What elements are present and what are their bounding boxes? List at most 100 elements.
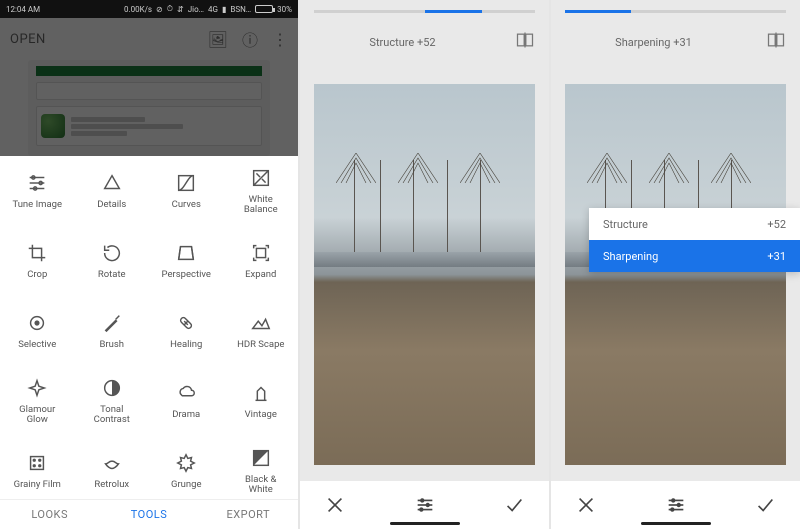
tool-selective[interactable]: Selective	[0, 296, 75, 366]
edit-photo[interactable]	[314, 84, 535, 465]
tool-grainy-film[interactable]: Grainy Film	[0, 436, 75, 499]
apply-button[interactable]	[752, 492, 778, 518]
vintage-icon	[250, 382, 272, 404]
compare-icon[interactable]	[766, 30, 786, 50]
tool-healing[interactable]: Healing	[149, 296, 224, 366]
tool-crop[interactable]: Crop	[0, 226, 75, 296]
tool-label: Details	[97, 200, 126, 210]
tool-label: Healing	[170, 340, 202, 350]
tool-brush[interactable]: Brush	[75, 296, 150, 366]
tool-label: Grainy Film	[14, 480, 61, 490]
adjust-icon[interactable]	[663, 492, 689, 518]
menu-row-sharpening[interactable]: Sharpening +31	[589, 240, 800, 272]
tool-label: Glamour Glow	[19, 405, 55, 426]
menu-row-value: +52	[767, 218, 786, 231]
tool-label: Grunge	[171, 480, 202, 490]
glamour-glow-icon	[26, 377, 48, 399]
tool-label: White Balance	[244, 195, 278, 216]
open-button[interactable]: OPEN	[10, 32, 46, 47]
tool-glamour-glow[interactable]: Glamour Glow	[0, 366, 75, 436]
tool-white-balance[interactable]: White Balance	[224, 156, 299, 226]
tab-looks[interactable]: LOOKS	[0, 500, 99, 529]
details-icon	[101, 172, 123, 194]
tool-tune-image[interactable]: Tune Image	[0, 156, 75, 226]
adjustment-readout: Sharpening +31	[551, 36, 756, 49]
tool-expand[interactable]: Expand	[224, 226, 299, 296]
cancel-button[interactable]	[573, 492, 599, 518]
tool-label: Selective	[18, 340, 56, 350]
tool-label: Perspective	[162, 270, 211, 280]
adjust-icon[interactable]	[412, 492, 438, 518]
tab-tools[interactable]: TOOLS	[99, 500, 198, 529]
tool-label: Curves	[172, 200, 201, 210]
image-stack-icon[interactable]: 🖼	[208, 30, 228, 49]
tab-export[interactable]: EXPORT	[199, 500, 298, 529]
healing-icon	[175, 312, 197, 334]
compare-icon[interactable]	[515, 30, 535, 50]
tool-tonal-contrast[interactable]: Tonal Contrast	[75, 366, 150, 436]
status-battery: 30%	[277, 5, 292, 14]
edit-panel-sharpening: Sharpening +31 Structure +52 Sharpening +31	[551, 0, 800, 529]
tool-label: Drama	[172, 410, 200, 420]
cancel-button[interactable]	[322, 492, 348, 518]
tool-label: Crop	[27, 270, 47, 280]
overflow-icon[interactable]: ⋮	[272, 30, 288, 49]
tool-perspective[interactable]: Perspective	[149, 226, 224, 296]
slider-fill	[425, 10, 482, 13]
expand-icon	[250, 242, 272, 264]
tool-curves[interactable]: Curves	[149, 156, 224, 226]
status-bar: 12:04 AM 0.00K/s ⊘⏱⇵ Jio… 4G ▮ BSN… 30%	[0, 0, 298, 18]
tool-label: Black & White	[245, 475, 276, 496]
info-icon[interactable]: ⓘ	[242, 27, 258, 51]
edit-panel-structure: Structure +52	[300, 0, 551, 529]
grainy-film-icon	[26, 452, 48, 474]
tool-label: Retrolux	[94, 480, 129, 490]
tool-details[interactable]: Details	[75, 156, 150, 226]
tool-grunge[interactable]: Grunge	[149, 436, 224, 499]
store-preview	[28, 60, 270, 156]
home-indicator	[641, 522, 711, 525]
tool-label: Brush	[99, 340, 124, 350]
tool-retrolux[interactable]: Retrolux	[75, 436, 150, 499]
perspective-icon	[175, 242, 197, 264]
black-white-icon	[250, 447, 272, 469]
tool-vintage[interactable]: Vintage	[224, 366, 299, 436]
home-indicator	[390, 522, 460, 525]
tonal-contrast-icon	[101, 377, 123, 399]
status-time: 12:04 AM	[6, 5, 40, 14]
grunge-icon	[175, 452, 197, 474]
tool-label: Expand	[245, 270, 276, 280]
status-net2: BSN…	[230, 5, 251, 14]
status-net1: Jio…	[188, 5, 204, 14]
apply-button[interactable]	[501, 492, 527, 518]
edit-photo[interactable]	[565, 84, 786, 465]
adjustment-readout: Structure +52	[300, 36, 505, 49]
tune-image-icon	[26, 172, 48, 194]
hdr-scape-icon	[250, 312, 272, 334]
tool-hdr-scape[interactable]: HDR Scape	[224, 296, 299, 366]
status-speed: 0.00K/s	[124, 5, 152, 14]
white-balance-icon	[250, 167, 272, 189]
menu-row-structure[interactable]: Structure +52	[589, 208, 800, 240]
curves-icon	[175, 172, 197, 194]
menu-row-label: Structure	[603, 218, 648, 231]
menu-row-value: +31	[767, 250, 786, 263]
tool-black-white[interactable]: Black & White	[224, 436, 299, 499]
brush-icon	[101, 312, 123, 334]
selective-icon	[26, 312, 48, 334]
tool-rotate[interactable]: Rotate	[75, 226, 150, 296]
adjustment-menu: Structure +52 Sharpening +31	[589, 208, 800, 272]
retrolux-icon	[101, 452, 123, 474]
tool-label: HDR Scape	[237, 340, 284, 350]
tool-drama[interactable]: Drama	[149, 366, 224, 436]
rotate-icon	[101, 242, 123, 264]
crop-icon	[26, 242, 48, 264]
tool-label: Rotate	[98, 270, 126, 280]
menu-row-label: Sharpening	[603, 250, 658, 263]
slider-fill	[565, 10, 631, 13]
status-sig: 4G	[208, 5, 218, 14]
tools-panel: 12:04 AM 0.00K/s ⊘⏱⇵ Jio… 4G ▮ BSN… 30% …	[0, 0, 300, 529]
tool-label: Vintage	[245, 410, 277, 420]
drama-icon	[175, 382, 197, 404]
tool-label: Tune Image	[12, 200, 62, 210]
